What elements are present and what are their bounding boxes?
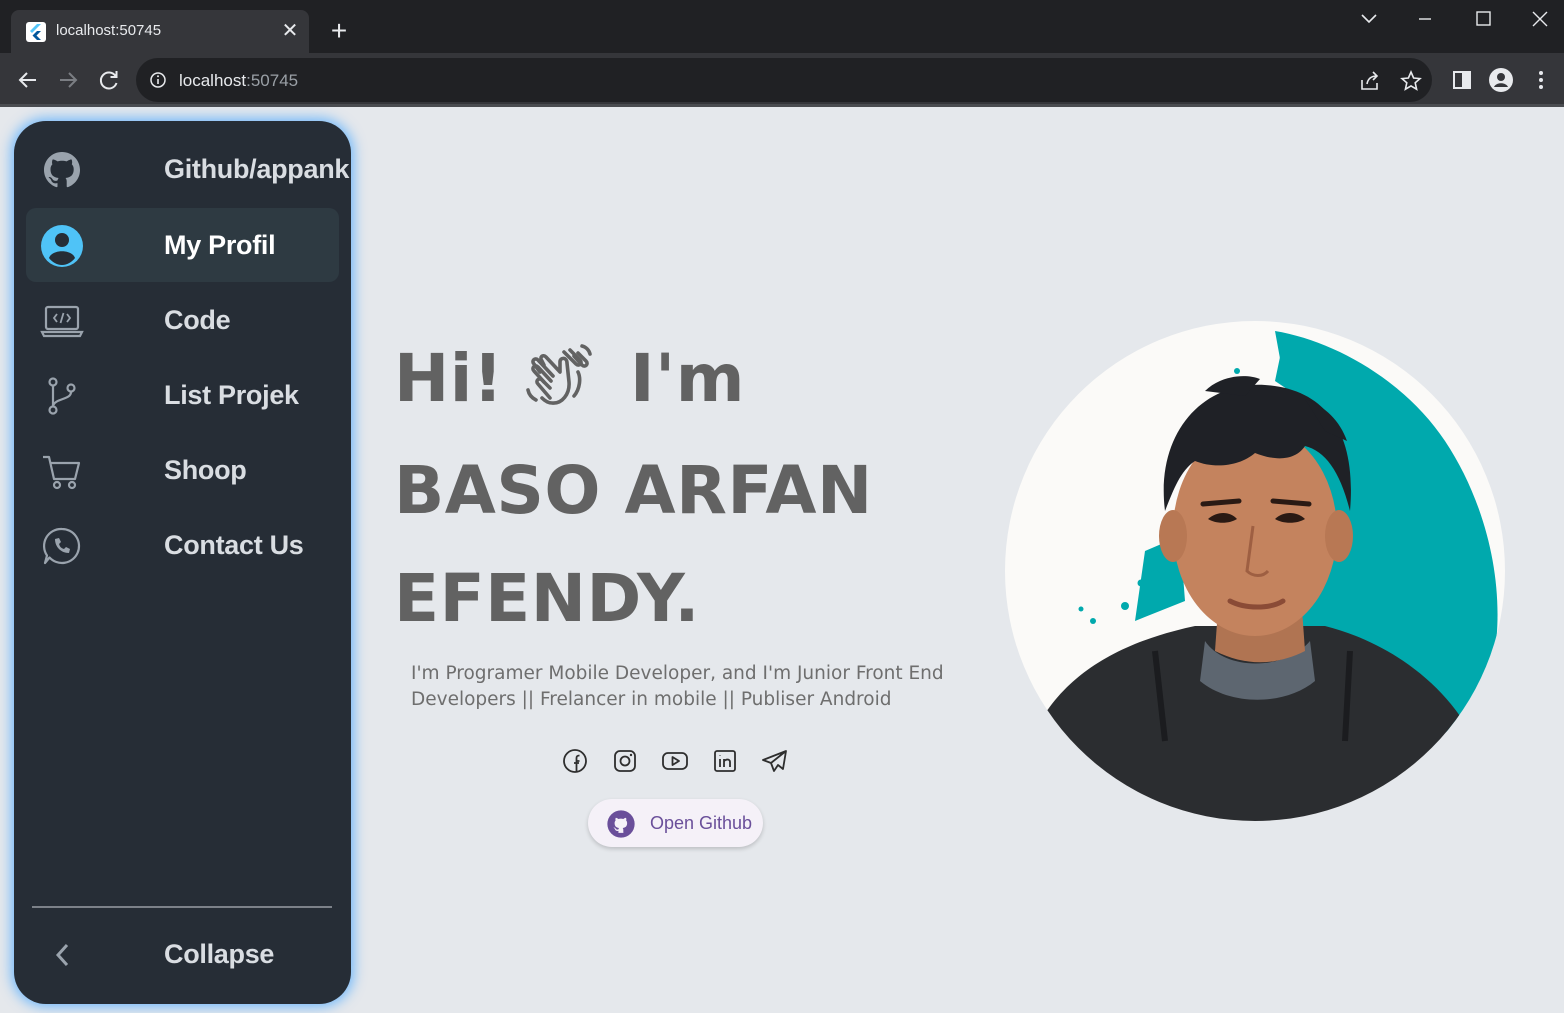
share-icon[interactable] (1358, 69, 1382, 93)
shopping-cart-icon (40, 449, 84, 493)
greeting-hi: Hi! (394, 340, 504, 417)
git-branch-icon (40, 374, 84, 418)
maximize-icon[interactable] (1468, 6, 1498, 32)
menu-kebab-icon[interactable] (1527, 66, 1555, 94)
profile-icon[interactable] (1487, 66, 1515, 94)
github-icon (606, 809, 636, 839)
nav-item-shoop[interactable]: Shoop (26, 433, 339, 507)
github-icon (40, 148, 84, 192)
open-github-label: Open Github (650, 813, 753, 833)
account-circle-icon (40, 224, 84, 268)
address-bar[interactable]: localhost:50745 (136, 58, 1432, 102)
profile-photo (1005, 321, 1505, 821)
flutter-favicon-icon (26, 22, 46, 42)
whatsapp-icon (40, 524, 84, 568)
site-info-icon[interactable] (149, 71, 167, 89)
nav-item-github[interactable]: Github/appank (26, 132, 349, 206)
nav-label-shoop: Shoop (164, 455, 247, 485)
browser-toolbar: localhost:50745 (0, 53, 1564, 106)
nav-label-github: Github/appank (164, 154, 350, 184)
new-tab-icon[interactable]: + (326, 16, 352, 46)
close-window-icon[interactable] (1525, 6, 1555, 32)
hero-name-line2: EFENDY. (394, 560, 700, 637)
nav-item-my-profil[interactable]: My Profil (26, 208, 339, 282)
toolbar-separator (0, 104, 1564, 107)
tab-search-icon[interactable] (1354, 6, 1384, 32)
side-navigation: Github/appank My Profil Code List Projek… (14, 121, 351, 1004)
bookmark-star-icon[interactable] (1399, 69, 1423, 93)
instagram-icon[interactable] (610, 746, 640, 776)
laptop-code-icon (40, 299, 84, 343)
forward-icon[interactable] (54, 66, 82, 94)
browser-tab[interactable]: localhost:50745 ✕ (11, 10, 309, 53)
nav-item-list-projek[interactable]: List Projek (26, 358, 339, 432)
youtube-icon[interactable] (660, 746, 690, 776)
linkedin-icon[interactable] (710, 746, 740, 776)
nav-label-my-profil: My Profil (164, 230, 276, 260)
collapse-button[interactable]: Collapse (26, 917, 339, 991)
address-text: localhost:50745 (179, 71, 299, 90)
tab-title: localhost:50745 (56, 22, 162, 39)
hero-name-line1: BASO ARFAN (394, 452, 873, 529)
browser-titlebar: localhost:50745 ✕ + (0, 0, 1564, 53)
reload-icon[interactable] (95, 66, 123, 94)
telegram-icon[interactable] (760, 746, 790, 776)
hero-bio: I'm Programer Mobile Developer, and I'm … (411, 663, 944, 710)
facebook-icon[interactable] (560, 746, 590, 776)
back-icon[interactable] (14, 66, 42, 94)
nav-label-contact-us: Contact Us (164, 530, 304, 560)
nav-label-code: Code (164, 305, 231, 335)
nav-divider (32, 906, 332, 908)
nav-label-list-projek: List Projek (164, 380, 299, 410)
tab-close-icon[interactable]: ✕ (279, 19, 301, 43)
clapping-hands-icon (520, 336, 602, 418)
greeting-im: I'm (630, 340, 746, 417)
minimize-icon[interactable] (1410, 6, 1440, 32)
side-panel-icon[interactable] (1448, 66, 1476, 94)
collapse-label: Collapse (164, 939, 275, 969)
open-github-button[interactable]: Open Github (588, 799, 763, 847)
nav-item-code[interactable]: Code (26, 283, 339, 357)
chevron-left-icon (40, 933, 84, 977)
nav-item-contact-us[interactable]: Contact Us (26, 508, 339, 582)
